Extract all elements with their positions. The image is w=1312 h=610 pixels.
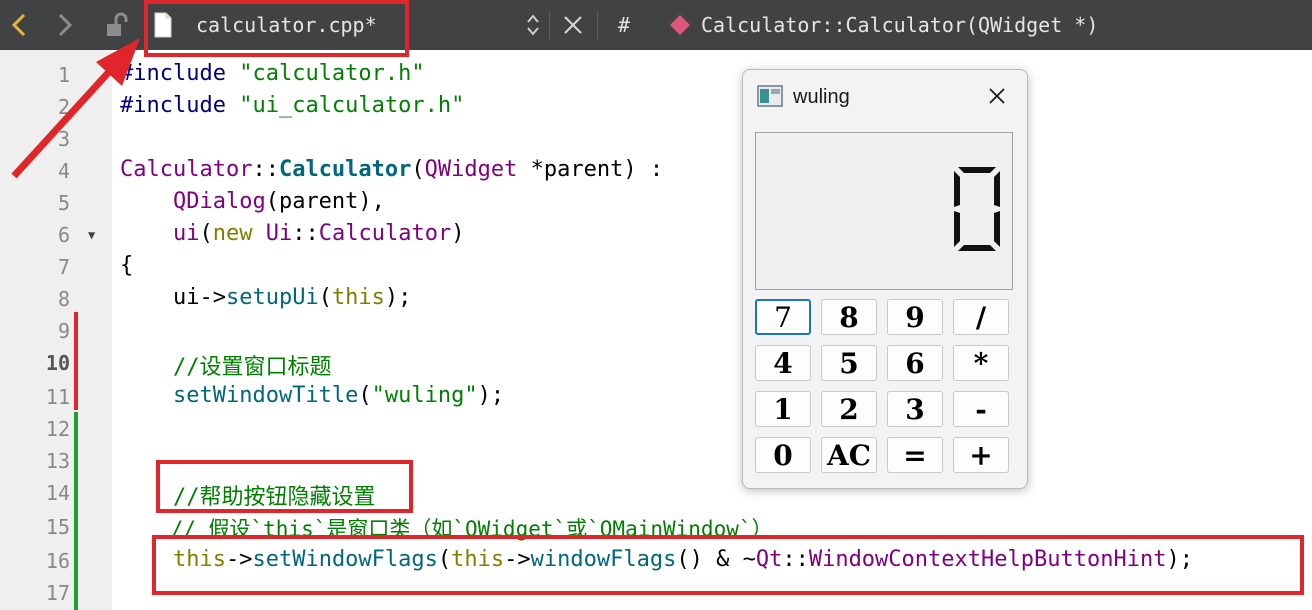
key-8[interactable]: 8 xyxy=(821,299,877,335)
code-token: ui-> xyxy=(120,285,226,310)
code-line: #include "calculator.h" xyxy=(120,61,425,86)
code-token: QWidget xyxy=(424,157,518,182)
code-token: Calculator xyxy=(278,157,412,182)
line-number: 12 xyxy=(45,417,70,441)
highlight-box-filename xyxy=(144,0,409,57)
diff-added-marker xyxy=(74,412,78,610)
diff-modified-marker xyxy=(74,312,78,410)
key-plus[interactable]: + xyxy=(953,437,1009,473)
code-line: ui->setupUi(this); xyxy=(120,285,411,310)
code-token: ) xyxy=(451,221,465,246)
line-hash-indicator[interactable]: # xyxy=(618,13,630,37)
key-1[interactable]: 1 xyxy=(755,391,811,427)
code-token: ( xyxy=(199,221,213,246)
line-number: 8 xyxy=(57,287,70,311)
updown-arrows-icon xyxy=(527,14,539,36)
key-4[interactable]: 4 xyxy=(755,345,811,381)
calculator-app-icon xyxy=(757,85,783,112)
toolbar-divider xyxy=(597,11,598,41)
toolbar-divider xyxy=(549,11,550,41)
code-comment: //设置窗口标题 xyxy=(120,355,332,380)
current-line-number: 10 xyxy=(45,351,70,375)
highlight-box-code xyxy=(152,535,1304,595)
line-number: 17 xyxy=(45,581,70,605)
code-token: ui xyxy=(172,221,200,246)
line-number: 9 xyxy=(57,319,70,343)
line-number: 13 xyxy=(45,449,70,473)
line-number: 5 xyxy=(57,191,70,215)
close-document-button[interactable] xyxy=(556,0,590,50)
key-5[interactable]: 5 xyxy=(821,345,877,381)
code-token: QDialog xyxy=(172,189,266,214)
line-number: 11 xyxy=(45,385,70,409)
key-all-clear[interactable]: AC xyxy=(821,437,877,473)
code-token: this xyxy=(331,285,385,310)
line-number: 6 xyxy=(57,223,70,247)
code-token: new xyxy=(212,221,253,246)
code-token: "calculator.h" xyxy=(239,61,425,86)
code-token: ); xyxy=(384,285,412,310)
fold-arrow-icon[interactable]: ▼ xyxy=(88,228,95,242)
code-token: Ui xyxy=(265,221,293,246)
code-token: (parent), xyxy=(265,189,385,214)
code-line: ui(new Ui::Calculator) xyxy=(120,221,464,246)
key-equals[interactable]: = xyxy=(887,437,943,473)
annotation-arrow-icon xyxy=(11,38,140,179)
close-icon xyxy=(564,16,582,34)
key-multiply[interactable]: * xyxy=(953,345,1009,381)
lcd-display: 0 xyxy=(755,132,1013,290)
highlight-box-comment xyxy=(156,460,413,513)
code-token: ( xyxy=(411,157,425,182)
code-token: Calculator xyxy=(318,221,452,246)
code-line: Calculator::Calculator(QWidget *parent) … xyxy=(120,157,663,182)
code-token: setWindowTitle xyxy=(172,383,359,408)
close-icon xyxy=(989,88,1005,104)
code-line: #include "ui_calculator.h" xyxy=(120,93,464,118)
code-line: { xyxy=(120,253,134,278)
code-token: "ui_calculator.h" xyxy=(239,93,465,118)
code-token: ( xyxy=(358,383,372,408)
code-line: setWindowTitle("wuling"); xyxy=(120,383,504,408)
code-token: *parent) : xyxy=(517,157,664,182)
key-0[interactable]: 0 xyxy=(755,437,811,473)
code-token: :: xyxy=(292,221,319,246)
window-close-button[interactable] xyxy=(979,80,1015,112)
window-title: wuling xyxy=(793,86,850,108)
key-7[interactable]: 7 xyxy=(755,299,811,335)
line-number: 14 xyxy=(45,481,70,505)
line-number: 15 xyxy=(45,515,70,539)
key-6[interactable]: 6 xyxy=(887,345,943,381)
key-9[interactable]: 9 xyxy=(887,299,943,335)
code-token: :: xyxy=(252,157,279,182)
code-token: "wuling" xyxy=(371,383,478,408)
key-minus[interactable]: - xyxy=(953,391,1009,427)
method-diamond-icon xyxy=(670,15,690,35)
code-token: ); xyxy=(477,383,505,408)
file-switcher-button[interactable] xyxy=(522,0,544,50)
symbol-icon-wrap xyxy=(666,0,694,50)
key-2[interactable]: 2 xyxy=(821,391,877,427)
key-divide[interactable]: / xyxy=(953,299,1009,335)
lcd-digit-zero xyxy=(954,167,1000,251)
code-token: ( xyxy=(318,285,332,310)
line-number: 16 xyxy=(45,549,70,573)
code-token: setupUi xyxy=(225,285,319,310)
key-3[interactable]: 3 xyxy=(887,391,943,427)
code-line: QDialog(parent), xyxy=(120,189,385,214)
calculator-window: wuling 0 7 8 9 / 4 5 6 * 1 2 3 - 0 AC = … xyxy=(742,69,1028,489)
current-symbol[interactable]: Calculator::Calculator(QWidget *) xyxy=(701,13,1098,37)
line-number: 7 xyxy=(57,255,70,279)
